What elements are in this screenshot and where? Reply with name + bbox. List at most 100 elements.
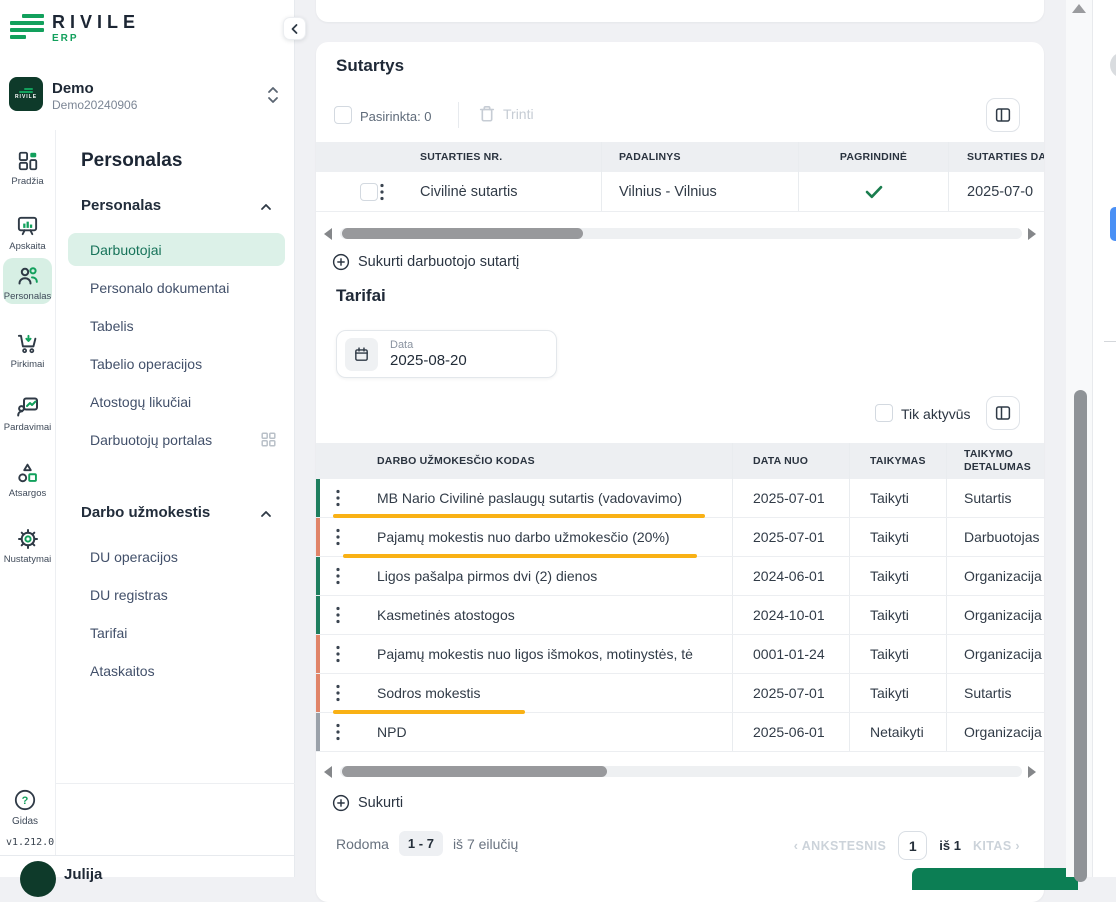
- only-active-label: Tik aktyvūs: [901, 406, 971, 422]
- section-personalas[interactable]: Personalas: [81, 197, 161, 214]
- column-settings-button[interactable]: [986, 98, 1020, 132]
- rail-item-pradzia[interactable]: Pradžia: [0, 150, 55, 177]
- date-filter-field[interactable]: Data 2025-08-20: [336, 330, 557, 378]
- col-header[interactable]: SUTARTIES NR.: [404, 151, 601, 163]
- grid-icon: [261, 432, 276, 447]
- kebab-menu-icon[interactable]: [336, 684, 340, 702]
- prev-page-button[interactable]: ‹ ANKSTESNIS: [794, 839, 887, 853]
- cell-code: MB Nario Civilinė paslaugų sutartis (vad…: [360, 490, 732, 506]
- only-active-checkbox[interactable]: [875, 404, 893, 422]
- row-accent: [316, 479, 320, 517]
- previous-card-edge: [316, 0, 1044, 22]
- calendar-icon[interactable]: [345, 338, 378, 371]
- cell-date-from: 0001-01-24: [732, 635, 849, 673]
- page-title: Personalas: [81, 150, 182, 172]
- sidebar-item-tabelio-operacijos[interactable]: Tabelio operacijos: [90, 356, 202, 372]
- tariff-row[interactable]: Sodros mokestis 2025-07-01 Taikyti Sutar…: [316, 674, 1044, 713]
- row-accent: [316, 518, 320, 556]
- kebab-menu-icon[interactable]: [336, 723, 340, 741]
- guide-label[interactable]: Gidas: [0, 816, 50, 827]
- col-header[interactable]: SUTARTIES DAT: [948, 142, 1044, 172]
- scroll-left-arrow[interactable]: [324, 766, 332, 778]
- kebab-menu-icon[interactable]: [336, 567, 340, 585]
- tariffs-title: Tarifai: [336, 286, 386, 306]
- date-field-value[interactable]: 2025-08-20: [390, 352, 467, 369]
- kebab-menu-icon[interactable]: [380, 183, 384, 201]
- rail-item-personalas[interactable]: Personalas: [0, 264, 55, 293]
- sidebar-collapse-button[interactable]: [283, 17, 306, 40]
- kebab-menu-icon[interactable]: [336, 489, 340, 507]
- rail-label: Apskaita: [0, 241, 55, 252]
- tariff-row[interactable]: Kasmetinės atostogos 2024-10-01 Taikyti …: [316, 596, 1044, 635]
- sidebar-item-tarifai[interactable]: Tarifai: [90, 625, 127, 641]
- cell-date-from: 2025-07-01: [732, 674, 849, 712]
- rail-label: Nustatymai: [0, 554, 55, 565]
- account-switcher-icon[interactable]: [265, 85, 281, 105]
- tariff-row[interactable]: Pajamų mokestis nuo ligos išmokos, motin…: [316, 635, 1044, 674]
- rail-item-pardavimai[interactable]: Pardavimai: [0, 395, 55, 424]
- kebab-menu-icon[interactable]: [336, 528, 340, 546]
- cell-date-from: 2025-07-01: [732, 518, 849, 556]
- col-header[interactable]: DARBO UŽMOKESČIO KODAS: [360, 455, 732, 467]
- cell-apply: Taikyti: [849, 635, 946, 673]
- sidebar-item-tabelis[interactable]: Tabelis: [90, 318, 134, 334]
- vscrollbar-thumb[interactable]: [1074, 390, 1087, 882]
- kebab-menu-icon[interactable]: [336, 606, 340, 624]
- create-contract-link[interactable]: Sukurti darbuotojo sutartį: [332, 253, 519, 271]
- section-darbo-uzmokestis[interactable]: Darbo užmokestis: [81, 504, 210, 521]
- col-header[interactable]: TAIKYMAS: [849, 443, 946, 479]
- help-icon[interactable]: ?: [13, 788, 37, 812]
- kebab-menu-icon[interactable]: [336, 645, 340, 663]
- chevron-up-icon[interactable]: [259, 200, 273, 214]
- column-settings-button[interactable]: [986, 396, 1020, 430]
- chevron-up-icon[interactable]: [259, 507, 273, 521]
- cell-detail: Darbuotojas: [946, 518, 1044, 556]
- rail-item-nustatymai[interactable]: Nustatymai: [0, 527, 55, 556]
- hscrollbar-thumb[interactable]: [342, 766, 607, 777]
- contract-row[interactable]: Civilinė sutartis Vilnius - Vilnius 2025…: [316, 172, 1044, 212]
- user-avatar[interactable]: [20, 861, 56, 897]
- right-panel-edge: [1092, 0, 1116, 877]
- rail-item-apskaita[interactable]: Apskaita: [0, 214, 55, 242]
- tariff-row[interactable]: NPD 2025-06-01 Netaikyti Organizacija: [316, 713, 1044, 752]
- scroll-right-arrow[interactable]: [1028, 228, 1036, 240]
- sidebar-item-du-operacijos[interactable]: DU operacijos: [90, 549, 178, 565]
- tariff-row[interactable]: Pajamų mokestis nuo darbo užmokesčio (20…: [316, 518, 1044, 557]
- sidebar-item-personalo-dokumentai[interactable]: Personalo dokumentai: [90, 280, 229, 296]
- rail-item-atsargos[interactable]: Atsargos: [0, 462, 55, 490]
- account-name: Demo: [52, 80, 94, 97]
- showing-label: Rodoma: [336, 836, 389, 852]
- create-tariff-link[interactable]: Sukurti: [332, 794, 403, 812]
- hscrollbar-thumb[interactable]: [342, 228, 583, 239]
- cell-padalinys: Vilnius - Vilnius: [601, 172, 798, 211]
- rail-label: Personalas: [0, 291, 55, 302]
- contracts-table-header: SUTARTIES NR. PADALINYS PAGRINDINĖ SUTAR…: [316, 142, 1044, 172]
- scroll-right-arrow[interactable]: [1028, 766, 1036, 778]
- clipped-divider: [1104, 341, 1116, 342]
- sidebar-item-darbuotojai[interactable]: Darbuotojai: [90, 242, 162, 258]
- next-page-button[interactable]: KITAS ›: [973, 839, 1020, 853]
- delete-button[interactable]: Trinti: [478, 104, 534, 124]
- scroll-up-arrow[interactable]: [1072, 4, 1086, 13]
- tariff-row[interactable]: Ligos pašalpa pirmos dvi (2) dienos 2024…: [316, 557, 1044, 596]
- cell-detail: Organizacija: [946, 713, 1044, 751]
- tariff-row[interactable]: MB Nario Civilinė paslaugų sutartis (vad…: [316, 479, 1044, 518]
- rail-item-pirkimai[interactable]: Pirkimai: [0, 332, 55, 360]
- rail-label: Pardavimai: [0, 422, 55, 433]
- brand-sub: ERP: [52, 33, 140, 44]
- col-header[interactable]: PAGRINDINĖ: [798, 142, 948, 172]
- sidebar-item-darbuotoju-portalas[interactable]: Darbuotojų portalas: [90, 432, 212, 448]
- sidebar-item-atostogu-likuciai[interactable]: Atostogų likučiai: [90, 394, 191, 410]
- col-header[interactable]: TAIKYMO DETALUMAS: [946, 443, 1044, 479]
- sidebar-item-ataskaitos[interactable]: Ataskaitos: [90, 663, 155, 679]
- current-page-input[interactable]: 1: [898, 831, 927, 860]
- col-header[interactable]: PADALINYS: [601, 142, 798, 172]
- primary-action-button[interactable]: [912, 868, 1078, 890]
- cell-sutarties-data: 2025-07-0: [948, 172, 1044, 211]
- col-header[interactable]: DATA NUO: [732, 443, 849, 479]
- sidebar-item-du-registras[interactable]: DU registras: [90, 587, 168, 603]
- user-name[interactable]: Julija: [64, 866, 102, 883]
- scroll-left-arrow[interactable]: [324, 228, 332, 240]
- select-all-checkbox[interactable]: [334, 106, 352, 124]
- cell-date-from: 2024-06-01: [732, 557, 849, 595]
